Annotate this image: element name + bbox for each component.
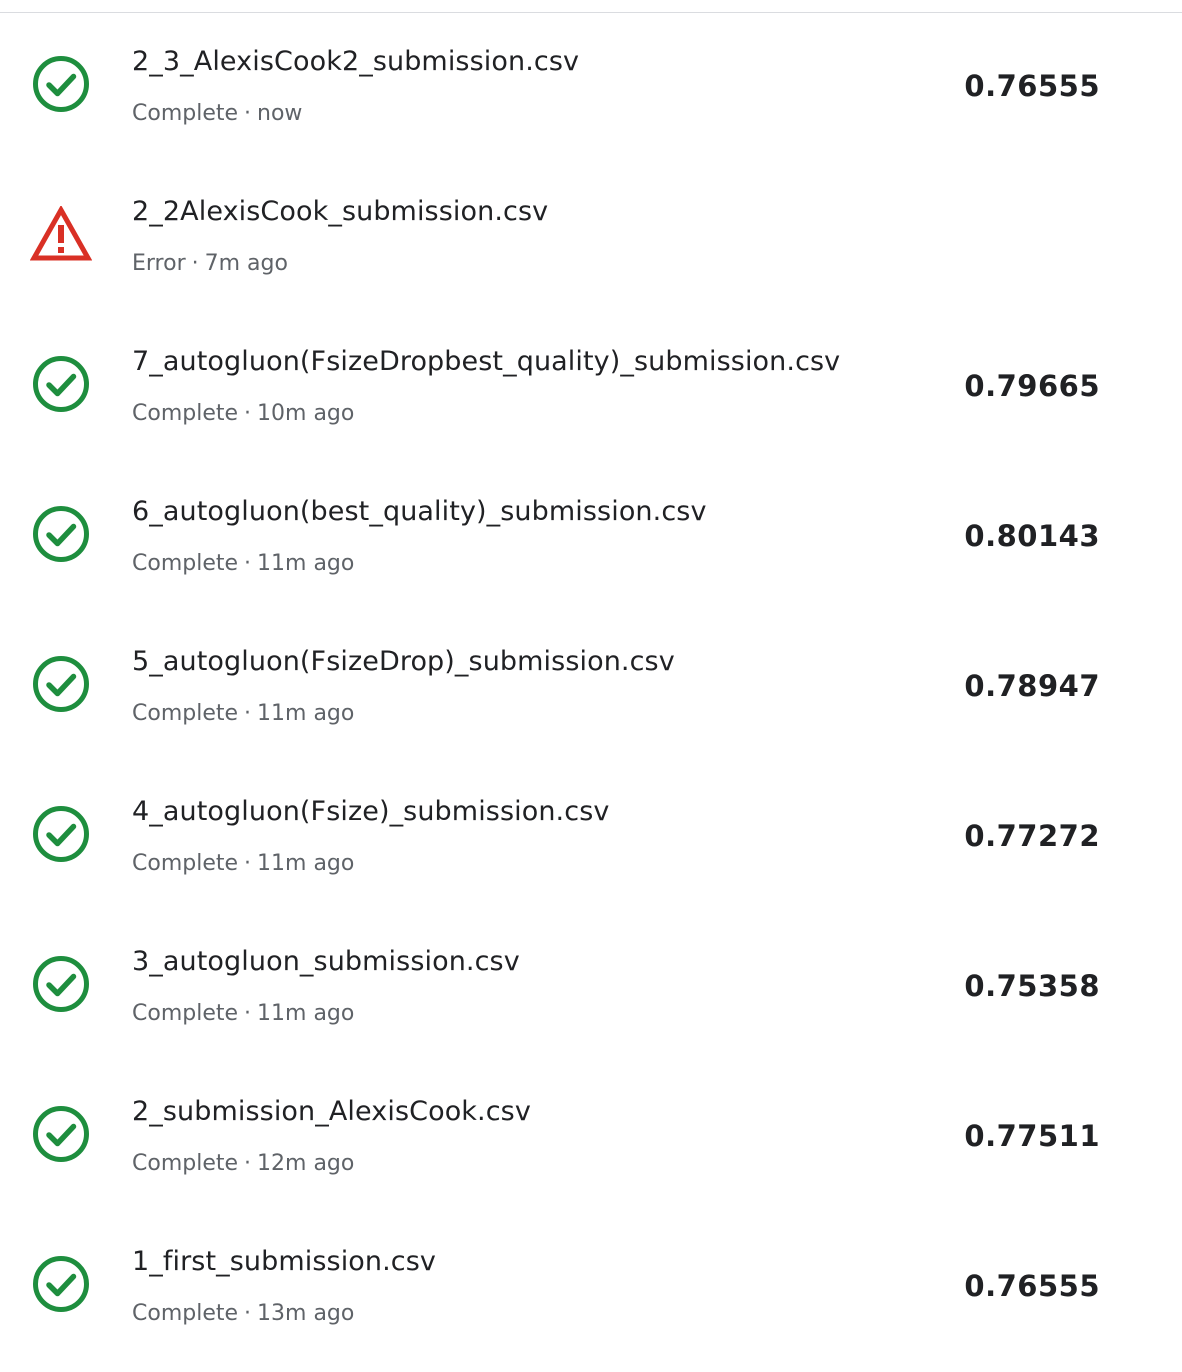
check-circle-icon bbox=[30, 653, 92, 715]
submission-time: 11m ago bbox=[257, 851, 355, 876]
submission-time: 7m ago bbox=[204, 251, 288, 276]
submission-row[interactable]: 3_autogluon_submission.csv Complete · 11m a… bbox=[0, 913, 1182, 1063]
submission-meta: Complete · 11m ago bbox=[132, 551, 354, 576]
submission-meta: Complete · 12m ago bbox=[132, 1151, 354, 1176]
submission-file-name[interactable]: 6_autogluon(best_quality)_submission.csv bbox=[132, 496, 707, 527]
meta-separator: · bbox=[244, 1301, 252, 1326]
submission-status: Complete bbox=[132, 1151, 239, 1176]
submission-time: 12m ago bbox=[257, 1151, 355, 1176]
submission-time: 13m ago bbox=[257, 1301, 355, 1326]
submission-time: 11m ago bbox=[257, 701, 355, 726]
submission-row[interactable]: 7_autogluon(FsizeDropbest_quality)_submi… bbox=[0, 313, 1182, 463]
submission-status: Complete bbox=[132, 701, 239, 726]
submission-status: Complete bbox=[132, 851, 239, 876]
submission-file-name[interactable]: 2_2AlexisCook_submission.csv bbox=[132, 196, 548, 227]
submission-score: 0.77511 bbox=[964, 1119, 1100, 1153]
meta-separator: · bbox=[244, 701, 252, 726]
submission-score: 0.80143 bbox=[964, 519, 1100, 553]
submission-row[interactable]: 4_autogluon(Fsize)_submission.csv Complet… bbox=[0, 763, 1182, 913]
submission-score: 0.78947 bbox=[964, 669, 1100, 703]
submission-time: 10m ago bbox=[257, 401, 355, 426]
meta-separator: · bbox=[244, 401, 252, 426]
submission-score: 0.76555 bbox=[964, 69, 1100, 103]
check-circle-icon bbox=[30, 353, 92, 415]
submission-row[interactable]: 2_2AlexisCook_submission.csv Error · 7m ago bbox=[0, 163, 1182, 313]
submission-file-name[interactable]: 4_autogluon(Fsize)_submission.csv bbox=[132, 796, 609, 827]
meta-separator: · bbox=[191, 251, 199, 276]
submission-list: 2_3_AlexisCook2_submission.csv Complete · n… bbox=[0, 13, 1182, 1363]
meta-separator: · bbox=[244, 101, 252, 126]
submission-meta: Complete · 11m ago bbox=[132, 1001, 354, 1026]
submission-time: 11m ago bbox=[257, 1001, 355, 1026]
meta-separator: · bbox=[244, 1151, 252, 1176]
check-circle-icon bbox=[30, 803, 92, 865]
submission-file-name[interactable]: 2_3_AlexisCook2_submission.csv bbox=[132, 46, 579, 77]
submission-meta: Complete · 13m ago bbox=[132, 1301, 354, 1326]
submission-row[interactable]: 2_3_AlexisCook2_submission.csv Complete · n… bbox=[0, 13, 1182, 163]
submission-score: 0.79665 bbox=[964, 369, 1100, 403]
submission-status: Complete bbox=[132, 1001, 239, 1026]
submission-file-name[interactable]: 2_submission_AlexisCook.csv bbox=[132, 1096, 531, 1127]
submission-row[interactable]: 5_autogluon(FsizeDrop)_submission.csv Com… bbox=[0, 613, 1182, 763]
submission-row[interactable]: 2_submission_AlexisCook.csv Complete · 12m … bbox=[0, 1063, 1182, 1213]
submission-row[interactable]: 1_first_submission.csv Complete · 13m ago 0.… bbox=[0, 1213, 1182, 1363]
check-circle-icon bbox=[30, 1253, 92, 1315]
warning-triangle-icon bbox=[30, 203, 92, 265]
check-circle-icon bbox=[30, 53, 92, 115]
meta-separator: · bbox=[244, 1001, 252, 1026]
submission-score: 0.77272 bbox=[964, 819, 1100, 853]
submission-score: 0.76555 bbox=[964, 1269, 1100, 1303]
submission-meta: Complete · 11m ago bbox=[132, 851, 354, 876]
submission-status: Complete bbox=[132, 551, 239, 576]
submission-file-name[interactable]: 3_autogluon_submission.csv bbox=[132, 946, 520, 977]
submission-file-name[interactable]: 5_autogluon(FsizeDrop)_submission.csv bbox=[132, 646, 675, 677]
submission-file-name[interactable]: 1_first_submission.csv bbox=[132, 1246, 436, 1277]
meta-separator: · bbox=[244, 551, 252, 576]
submission-status: Error bbox=[132, 251, 186, 276]
check-circle-icon bbox=[30, 503, 92, 565]
submission-meta: Complete · 11m ago bbox=[132, 701, 354, 726]
submission-meta: Error · 7m ago bbox=[132, 251, 288, 276]
check-circle-icon bbox=[30, 1103, 92, 1165]
submission-time: 11m ago bbox=[257, 551, 355, 576]
submission-file-name[interactable]: 7_autogluon(FsizeDropbest_quality)_submi… bbox=[132, 346, 840, 377]
submission-time: now bbox=[257, 101, 303, 126]
submission-meta: Complete · 10m ago bbox=[132, 401, 354, 426]
submission-status: Complete bbox=[132, 401, 239, 426]
submission-status: Complete bbox=[132, 1301, 239, 1326]
submission-row[interactable]: 6_autogluon(best_quality)_submission.csv… bbox=[0, 463, 1182, 613]
meta-separator: · bbox=[244, 851, 252, 876]
submission-score: 0.75358 bbox=[964, 969, 1100, 1003]
check-circle-icon bbox=[30, 953, 92, 1015]
submission-meta: Complete · now bbox=[132, 101, 302, 126]
submission-status: Complete bbox=[132, 101, 239, 126]
